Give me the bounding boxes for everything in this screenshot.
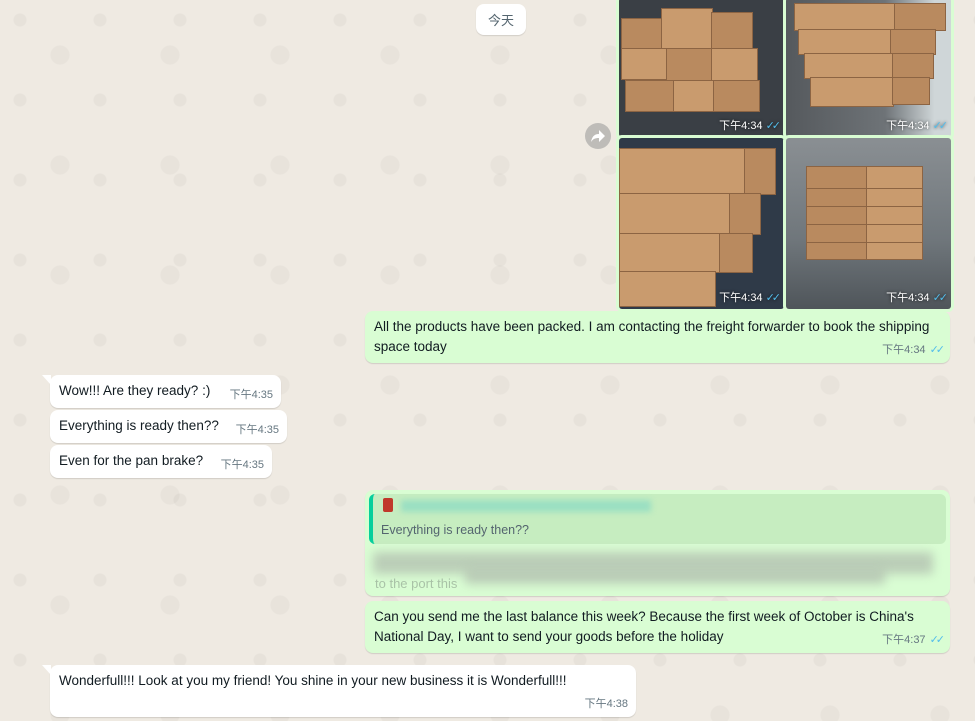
message-text: Wonderfull!!! Look at you my friend! You… xyxy=(59,673,567,688)
message-time: 下午4:35 xyxy=(229,389,273,401)
message-text: All the products have been packed. I am … xyxy=(374,319,930,354)
message-time: 下午4:34 xyxy=(882,344,926,356)
message-incoming-pan-brake[interactable]: Even for the pan brake? 下午4:35 xyxy=(50,445,272,478)
photo-packed-boxes-1[interactable]: 下午4:34 ✓✓ xyxy=(616,0,787,140)
read-ticks-icon: ✓✓ xyxy=(932,119,949,132)
photo-packed-boxes-4[interactable]: 下午4:34 ✓✓ xyxy=(783,135,954,312)
photo-time: 下午4:34 ✓✓ xyxy=(886,291,949,305)
message-outgoing-balance[interactable]: Can you send me the last balance this we… xyxy=(365,601,950,653)
photo-time: 下午4:34 ✓✓ xyxy=(719,119,782,133)
message-incoming-wonderful[interactable]: Wonderfull!!! Look at you my friend! You… xyxy=(42,665,636,717)
message-time: 下午4:37 xyxy=(882,634,926,646)
photo-packed-boxes-2[interactable]: 下午4:34 ✓✓ xyxy=(783,0,954,140)
redacted-quote-author xyxy=(401,500,651,512)
bubble-tail xyxy=(42,665,51,675)
read-ticks-icon: ✓✓ xyxy=(765,119,782,132)
quoted-text: Everything is ready then?? xyxy=(381,523,530,537)
message-time: 下午4:35 xyxy=(235,424,279,436)
message-outgoing-packed[interactable]: All the products have been packed. I am … xyxy=(365,311,950,363)
photo-time: 下午4:34 ✓✓ xyxy=(886,119,949,133)
photo-packed-boxes-3[interactable]: 下午4:34 ✓✓ xyxy=(616,135,787,312)
read-ticks-icon: ✓✓ xyxy=(765,291,782,304)
bubble-tail xyxy=(42,375,51,385)
photo-time: 下午4:34 ✓✓ xyxy=(719,291,782,305)
read-ticks-icon: ✓✓ xyxy=(929,344,946,356)
message-time: 下午4:38 xyxy=(584,698,628,710)
message-text: Can you send me the last balance this we… xyxy=(374,609,914,644)
message-incoming-wow[interactable]: Wow!!! Are they ready? :) 下午4:35 xyxy=(42,375,281,408)
read-ticks-icon: ✓✓ xyxy=(929,634,946,646)
message-incoming-ready[interactable]: Everything is ready then?? 下午4:35 xyxy=(50,410,287,443)
forward-icon xyxy=(591,130,605,142)
read-ticks-icon: ✓✓ xyxy=(932,291,949,304)
pin-icon xyxy=(383,498,393,512)
message-outgoing-reply[interactable]: Everything is ready then?? to the port t… xyxy=(365,490,950,596)
quoted-message[interactable]: Everything is ready then?? xyxy=(369,494,946,544)
redacted-text xyxy=(465,566,885,584)
message-text-partial: to the port this xyxy=(375,576,458,591)
date-chip: 今天 xyxy=(476,4,526,35)
forward-button[interactable] xyxy=(585,123,611,149)
message-time: 下午4:35 xyxy=(220,459,264,471)
